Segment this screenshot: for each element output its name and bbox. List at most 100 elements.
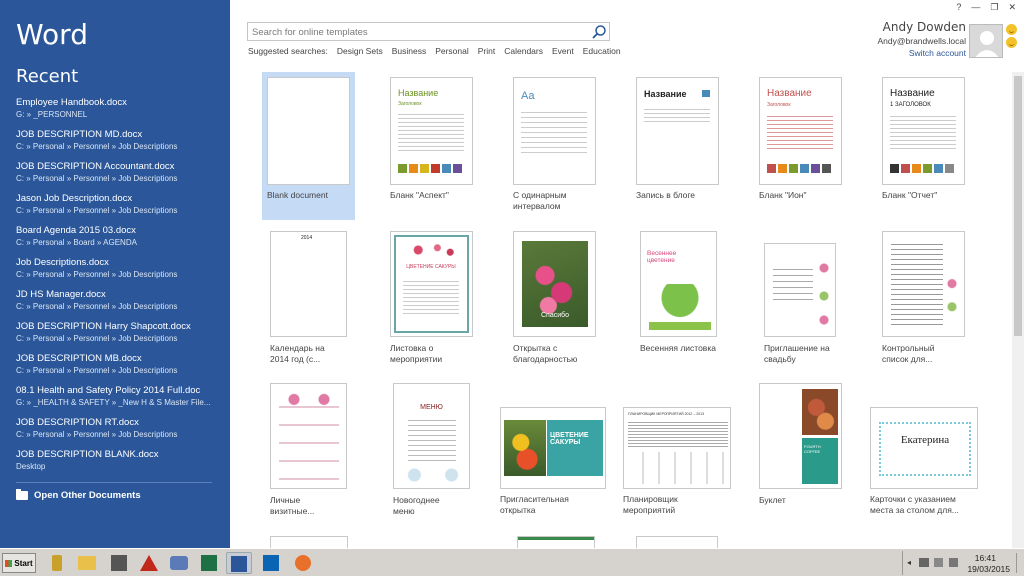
recent-item-name: JD HS Manager.docx — [16, 289, 106, 300]
recent-item[interactable]: Jason Job Description.docx C: » Personal … — [16, 192, 222, 224]
template-partial[interactable] — [270, 536, 348, 548]
recent-item[interactable]: Board Agenda 2015 03.docx C: » Personal »… — [16, 224, 222, 256]
recent-item[interactable]: Employee Handbook.docx G: » _PERSONNEL — [16, 96, 222, 128]
template-thank-you-card[interactable]: Спасибо Открытка с благодарностью — [508, 226, 601, 374]
remote-desktop-icon[interactable] — [166, 552, 192, 574]
template-business-cards[interactable]: Личные визитные... — [265, 378, 358, 526]
template-blog-post[interactable]: Название Запись в блоге — [631, 72, 724, 220]
outlook-icon[interactable] — [258, 552, 284, 574]
suggested-search-link[interactable]: Education — [583, 46, 621, 56]
tray-arrow-icon[interactable]: ◂ — [907, 558, 911, 567]
template-spring-flyer[interactable]: Весеннее цветение Весенняя листовка — [635, 226, 728, 374]
app-title: Word — [16, 18, 88, 51]
thumb-title: ЦВЕТЕНИЕ САКУРЫ — [406, 264, 456, 270]
start-button[interactable]: Start — [2, 553, 36, 573]
suggested-search-link[interactable]: Event — [552, 46, 574, 56]
template-partial[interactable] — [636, 536, 718, 548]
suggested-search-link[interactable]: Business — [392, 46, 427, 56]
search-box — [247, 22, 610, 41]
planner-grid — [628, 420, 728, 448]
explorer-icon[interactable] — [74, 552, 100, 574]
recent-item-path: Desktop — [16, 462, 46, 471]
recent-item-path: C: » Personal » Board » AGENDA — [16, 238, 137, 247]
minimize-button[interactable]: — — [971, 2, 980, 13]
restore-button[interactable]: ❐ — [990, 2, 998, 13]
recent-item[interactable]: JOB DESCRIPTION BLANK.docx Desktop — [16, 448, 222, 480]
firefox-icon[interactable] — [290, 552, 316, 574]
template-calendar-2014[interactable]: 2014 Календарь на 2014 год (с... — [265, 226, 358, 374]
template-partial[interactable] — [517, 536, 595, 548]
template-booklet[interactable]: FOURTH COFFEE Буклет — [754, 378, 847, 526]
clock-date[interactable]: 19/03/2015 — [967, 564, 1010, 574]
template-thumbnail: Спасибо — [513, 231, 596, 337]
feedback-smileys — [1006, 24, 1020, 50]
thumb-lines — [403, 278, 459, 314]
suggested-search-link[interactable]: Calendars — [504, 46, 543, 56]
thumb-lines — [644, 106, 710, 122]
recent-item[interactable]: JOB DESCRIPTION Harry Shapcott.docx C: » … — [16, 320, 222, 352]
thumb-title: ЦВЕТЕНИЕ САКУРЫ — [550, 432, 589, 446]
account-email: Andy@brandwells.local — [877, 36, 966, 46]
recent-item[interactable]: JOB DESCRIPTION MB.docx C: » Personal » P… — [16, 352, 222, 384]
template-label: С одинарным интервалом — [513, 190, 567, 211]
close-button[interactable]: ✕ — [1008, 2, 1016, 13]
recent-item[interactable]: JOB DESCRIPTION MD.docx C: » Personal » P… — [16, 128, 222, 160]
recent-item-name: Job Descriptions.docx — [16, 257, 109, 268]
template-checklist[interactable]: Контрольный список для... — [877, 226, 970, 374]
template-event-planner[interactable]: ПЛАНИРОВЩИК МЕРОПРИЯТИЙ 2012 – 2013 План… — [619, 402, 737, 526]
frown-icon[interactable] — [1006, 37, 1017, 48]
taskbar-app-icon[interactable] — [44, 552, 70, 574]
template-event-flyer[interactable]: ЦВЕТЕНИЕ САКУРЫ Листовка о мероприятии — [385, 226, 478, 374]
flag-icon[interactable] — [934, 558, 943, 567]
volume-icon[interactable] — [949, 558, 958, 567]
thumb-title: Aa — [521, 90, 535, 102]
thumb-title: Название — [398, 88, 439, 98]
recent-item[interactable]: JOB DESCRIPTION Accountant.docx C: » Pers… — [16, 160, 222, 192]
smile-icon[interactable] — [1006, 24, 1017, 35]
avatar[interactable] — [969, 24, 1003, 58]
switch-account-link[interactable]: Switch account — [909, 48, 966, 58]
search-icon[interactable] — [591, 24, 607, 40]
template-invitation-card[interactable]: ЦВЕТЕНИЕ САКУРЫ Пригласительная открытка — [496, 402, 614, 526]
template-place-cards[interactable]: Екатерина Карточки с указанием места за … — [865, 402, 985, 526]
template-single-spaced[interactable]: Aa С одинарным интервалом — [508, 72, 601, 220]
help-button[interactable]: ? — [956, 2, 961, 13]
template-thumbnail — [270, 383, 347, 489]
color-swatches — [767, 164, 831, 173]
recent-item-name: Board Agenda 2015 03.docx — [16, 225, 136, 236]
clock-time[interactable]: 16:41 — [975, 553, 996, 563]
search-input[interactable] — [252, 25, 582, 39]
suggested-searches: Suggested searches: Design Sets Business… — [248, 46, 621, 56]
scrollbar-thumb[interactable] — [1014, 76, 1022, 336]
open-other-documents-button[interactable]: Open Other Documents — [16, 489, 141, 501]
tree-illustration — [649, 284, 711, 330]
account-name: Andy Dowden — [882, 20, 966, 34]
excel-icon[interactable] — [196, 552, 222, 574]
show-desktop-button[interactable] — [1016, 553, 1022, 573]
template-new-year-menu[interactable]: МЕНЮ Новогоднее меню — [388, 378, 481, 526]
calculator-icon[interactable] — [106, 552, 132, 574]
thumb-title: Спасибо — [540, 312, 570, 319]
network-icon[interactable] — [919, 558, 929, 567]
thumb-title: МЕНЮ — [420, 404, 443, 411]
suggested-search-link[interactable]: Print — [478, 46, 495, 56]
acrobat-icon[interactable] — [136, 552, 162, 574]
suggested-search-link[interactable]: Design Sets — [337, 46, 383, 56]
template-thumbnail: ЦВЕТЕНИЕ САКУРЫ — [500, 407, 606, 489]
template-label: Листовка о мероприятии — [390, 343, 443, 364]
template-aspect[interactable]: Название Заголовок Бланк "Аспект" — [385, 72, 478, 220]
thumb-title: Название — [767, 88, 812, 99]
recent-item-path: C: » Personal » Personnel » Job Descript… — [16, 302, 178, 311]
recent-item[interactable]: JOB DESCRIPTION RT.docx C: » Personal » P… — [16, 416, 222, 448]
cards-grid — [279, 390, 339, 484]
template-blank-document[interactable]: Blank document — [262, 72, 355, 220]
recent-item[interactable]: JD HS Manager.docx C: » Personal » Person… — [16, 288, 222, 320]
scrollbar[interactable] — [1012, 72, 1024, 548]
template-ion[interactable]: Название Заголовок Бланк "Ион" — [754, 72, 847, 220]
suggested-search-link[interactable]: Personal — [435, 46, 469, 56]
word-icon[interactable] — [226, 552, 252, 574]
recent-item[interactable]: 08.1 Health and Safety Policy 2014 Full.… — [16, 384, 222, 416]
recent-item[interactable]: Job Descriptions.docx C: » Personal » Per… — [16, 256, 222, 288]
template-report[interactable]: Название 1 ЗАГОЛОВОК Бланк "Отчет" — [877, 72, 970, 220]
template-wedding-invitation[interactable]: Приглашение на свадьбу — [759, 238, 852, 374]
